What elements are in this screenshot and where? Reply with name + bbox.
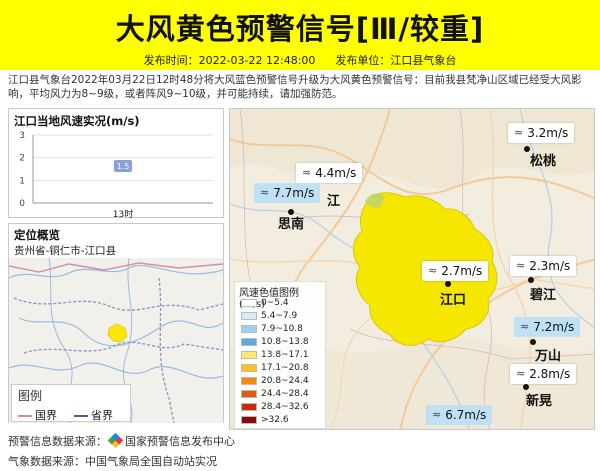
warning-meta: 发布时间：2022-03-22 12:48:00 发布单位：江口县气象台 <box>0 52 600 68</box>
warning-source: 预警信息数据来源： 国家预警信息发布中心 <box>8 432 235 449</box>
legend-label: 28.4~32.6 <box>261 402 309 412</box>
legend-swatch <box>241 389 257 398</box>
city-marker-jiangkou <box>445 281 451 287</box>
weather-source: 气象数据来源：中国气象局全国自动站实况 <box>8 455 217 468</box>
legend-row: 24.4~28.4 <box>241 389 309 399</box>
wind-label-bottom[interactable]: ≈6.7m/s <box>426 405 493 425</box>
wind-label-bijiang[interactable]: ≈2.3m/s <box>510 256 577 276</box>
legend-swatch <box>241 376 257 385</box>
wind-label-jiangkou[interactable]: ≈2.7m/s <box>422 261 489 281</box>
legend-row: 17.1~20.8 <box>241 363 309 373</box>
x-tick-label: 13时 <box>113 208 133 219</box>
y-tick-label: 1 <box>19 176 25 186</box>
warning-title: 大风黄色预警信号[Ⅲ/较重] <box>115 12 485 46</box>
locator-subtitle: 贵州省-铜仁市-江口县 <box>14 245 117 257</box>
legend-item-national-border: 国界 <box>18 407 57 423</box>
legend-item-provincial-border: 省界 <box>74 407 113 423</box>
city-label-yinjiang: 江 <box>327 194 341 209</box>
data-label: 1.5 <box>117 162 130 171</box>
legend-swatch <box>241 363 257 372</box>
locator-panel: 定位概览 贵州省-铜仁市-江口县 图例 国界 省界 <box>8 223 224 423</box>
city-label-jiangkou: 江口 <box>440 293 467 308</box>
locator-title: 定位概览 <box>14 228 60 242</box>
legend-swatch <box>241 350 257 359</box>
legend-label: 17.1~20.8 <box>261 363 309 373</box>
legend-label: >32.6 <box>261 415 289 425</box>
national-border-line-icon <box>18 415 32 417</box>
wind-icon: ≈ <box>516 367 526 380</box>
wind-icon: ≈ <box>520 320 530 333</box>
warning-header: 大风黄色预警信号[Ⅲ/较重] 发布时间：2022-03-22 12:48:00 发… <box>0 0 600 70</box>
wind-label-yinjiang[interactable]: ≈4.4m/s <box>296 163 363 183</box>
legend-swatch <box>241 311 257 320</box>
wind-label-wanshan[interactable]: ≈7.2m/s <box>514 317 581 337</box>
wind-icon: ≈ <box>516 259 526 272</box>
city-label-songtao: 松桃 <box>530 154 557 169</box>
legend-row: 5.4~7.9 <box>241 311 297 321</box>
legend-row: 7.9~10.8 <box>241 324 303 334</box>
city-label-sinan: 思南 <box>278 217 305 232</box>
legend-label: 10.8~13.8 <box>261 337 309 347</box>
legend-label: 13.8~17.1 <box>261 350 309 360</box>
legend-row: >32.6 <box>241 415 289 425</box>
legend-swatch <box>241 337 257 346</box>
legend-label: 20.8~24.4 <box>261 376 309 386</box>
y-tick-label: 2 <box>19 154 25 164</box>
city-marker-bijiang <box>528 277 534 283</box>
legend-row: 28.4~32.6 <box>241 402 309 412</box>
wind-speed-chart-panel: 江口当地风速实况(m/s) 0 1 2 3 1.5 13时 <box>8 108 224 219</box>
wind-speed-chart: 0 1 2 3 1.5 13时 <box>19 131 213 219</box>
city-label-xinhuang: 新晃 <box>526 394 553 409</box>
warning-center-logo-icon <box>107 432 124 449</box>
wind-icon: ≈ <box>302 166 312 179</box>
legend-swatch <box>241 415 257 424</box>
legend-row: 13.8~17.1 <box>241 350 309 360</box>
y-tick-label: 3 <box>19 131 25 141</box>
wind-icon: ≈ <box>260 186 270 199</box>
publisher: 发布单位：江口县气象台 <box>335 54 457 67</box>
wind-icon: ≈ <box>428 264 438 277</box>
locator-legend: 图例 国界 省界 <box>11 384 131 422</box>
warning-description: 江口县气象台2022年03月22日12时48分将大风蓝色预警信号升级为大风黄色预… <box>8 74 582 100</box>
locator-legend-title: 图例 <box>18 389 43 403</box>
provincial-border-line-icon <box>74 415 88 417</box>
legend-label: 0~5.4 <box>261 298 289 308</box>
city-label-wanshan: 万山 <box>535 349 562 364</box>
legend-row: 10.8~13.8 <box>241 337 309 347</box>
legend-swatch <box>241 298 257 307</box>
jiangkou-highlight <box>107 323 128 343</box>
legend-label: 24.4~28.4 <box>261 389 309 399</box>
publish-time: 发布时间：2022-03-22 12:48:00 <box>143 54 316 67</box>
legend-label: 5.4~7.9 <box>261 311 298 321</box>
warning-source-name[interactable]: 国家预警信息发布中心 <box>125 435 235 448</box>
legend-row: 0~5.4 <box>241 298 289 308</box>
legend-label: 7.9~10.8 <box>261 324 303 334</box>
city-label-bijiang: 碧江 <box>530 288 557 303</box>
wind-icon: ≈ <box>432 408 442 421</box>
wind-label-songtao[interactable]: ≈3.2m/s <box>508 123 575 143</box>
wind-label-sinan[interactable]: ≈7.7m/s <box>254 183 321 203</box>
legend-swatch <box>241 324 257 333</box>
wind-speed-color-legend: 风速色值图例 (m/s) 0~5.45.4~7.97.9~10.810.8~13… <box>234 281 326 429</box>
wind-icon: ≈ <box>514 126 524 139</box>
warning-source-label: 预警信息数据来源： <box>8 435 107 448</box>
y-tick-label: 0 <box>19 199 25 209</box>
legend-row: 20.8~24.4 <box>241 376 309 386</box>
legend-swatch <box>241 402 257 411</box>
wind-map-panel: 风速色值图例 (m/s) 0~5.45.4~7.97.9~10.810.8~13… <box>229 108 595 430</box>
wind-label-xinhuang[interactable]: ≈2.8m/s <box>510 364 577 384</box>
